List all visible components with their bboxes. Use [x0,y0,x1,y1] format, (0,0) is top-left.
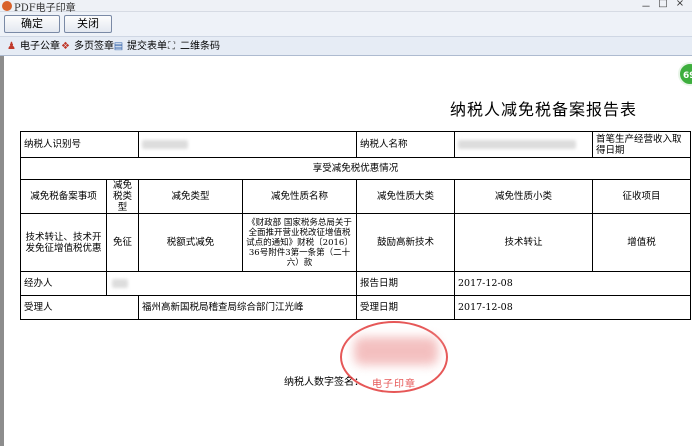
submit-form-tool[interactable]: ▤ 提交表单 [113,39,167,54]
multi-page-seal-icon: ❖ [61,41,70,52]
column-header: 减免性质名称 [242,179,357,214]
table-cell: 税额式减免 [138,213,243,272]
accept-date-value: 2017-12-08 [454,295,691,320]
window-titlebar: PDF电子印章 － □ × [0,0,692,14]
column-header: 减免性质小类 [454,179,593,214]
table-row: 受理人 福州高新国税局稽查局综合部门江光峰 受理日期 2017-12-08 [20,295,691,320]
table-cell: 技术转让、技术开发免征增值税优惠 [20,213,107,272]
button-bar: 确定 关闭 [0,12,692,36]
taxpayer-id-value [138,131,357,158]
column-header: 减免税备案事项 [20,179,107,214]
electronic-seal: 电子印章 [340,321,448,393]
close-button[interactable]: 关闭 [64,15,112,33]
qr-code-icon: ⛶ [168,41,175,52]
table-row: 经办人 报告日期 2017-12-08 [20,271,691,296]
multi-page-seal-tool[interactable]: ❖ 多页签章 [60,39,114,54]
column-header: 减免性质大类 [356,179,455,214]
column-header: 征收项目 [592,179,691,214]
close-window-icon[interactable]: × [674,0,686,9]
handler-label: 经办人 [20,271,107,296]
table-cell: 鼓励高新技术 [356,213,455,272]
table-row: 纳税人识别号 纳税人名称 首笔生产经营收入取得日期 [20,131,691,158]
filing-form-table: 纳税人识别号 纳税人名称 首笔生产经营收入取得日期 享受减免税优惠情况 减免税备… [20,131,691,320]
form-icon: ▤ [113,41,124,52]
table-row: 享受减免税优惠情况 [20,157,691,180]
handler-value [106,271,357,296]
toolbar: ♟ 电子公章 ❖ 多页签章 ▤ 提交表单 ⛶ 二维条码 [0,36,692,56]
section-header: 享受减免税优惠情况 [20,157,691,180]
seal-icon: ♟ [7,41,16,52]
app-icon [2,1,12,11]
table-cell: 免征 [106,213,139,272]
report-date-label: 报告日期 [356,271,455,296]
confirm-button[interactable]: 确定 [4,15,60,33]
taxpayer-name-value [454,131,593,158]
accept-date-label: 受理日期 [356,295,455,320]
qr-code-tool[interactable]: ⛶ 二维条码 [166,39,220,54]
seal-text: 电子印章 [372,379,416,390]
acceptor-label: 受理人 [20,295,139,320]
document-title: 纳税人减免税备案报告表 [450,100,638,119]
table-header-row: 减免税备案事项 减免税类型 减免类型 减免性质名称 减免性质大类 减免性质小类 … [20,179,691,214]
acceptor-value: 福州高新国税局稽查局综合部门江光峰 [138,295,357,320]
restore-icon[interactable]: □ [657,0,669,9]
table-row: 技术转让、技术开发免征增值税优惠 免征 税额式减免 《财政部 国家税务总局关于全… [20,213,691,272]
table-cell: 增值税 [592,213,691,272]
table-cell: 《财政部 国家税务总局关于全面推开营业税改征增值税试点的通知》财税〔2016〕3… [242,213,357,272]
first-income-date-label: 首笔生产经营收入取得日期 [592,131,691,158]
multi-page-seal-label: 多页签章 [74,41,114,52]
e-seal-tool[interactable]: ♟ 电子公章 [6,39,60,54]
taxpayer-id-label: 纳税人识别号 [20,131,139,158]
seal-redaction [354,337,438,365]
qr-code-label: 二维条码 [180,41,220,52]
column-header: 减免类型 [138,179,243,214]
column-header: 减免税类型 [106,179,139,214]
submit-form-label: 提交表单 [127,41,167,52]
report-date-value: 2017-12-08 [454,271,691,296]
e-seal-label: 电子公章 [20,41,60,52]
table-cell: 技术转让 [454,213,593,272]
taxpayer-name-label: 纳税人名称 [356,131,455,158]
